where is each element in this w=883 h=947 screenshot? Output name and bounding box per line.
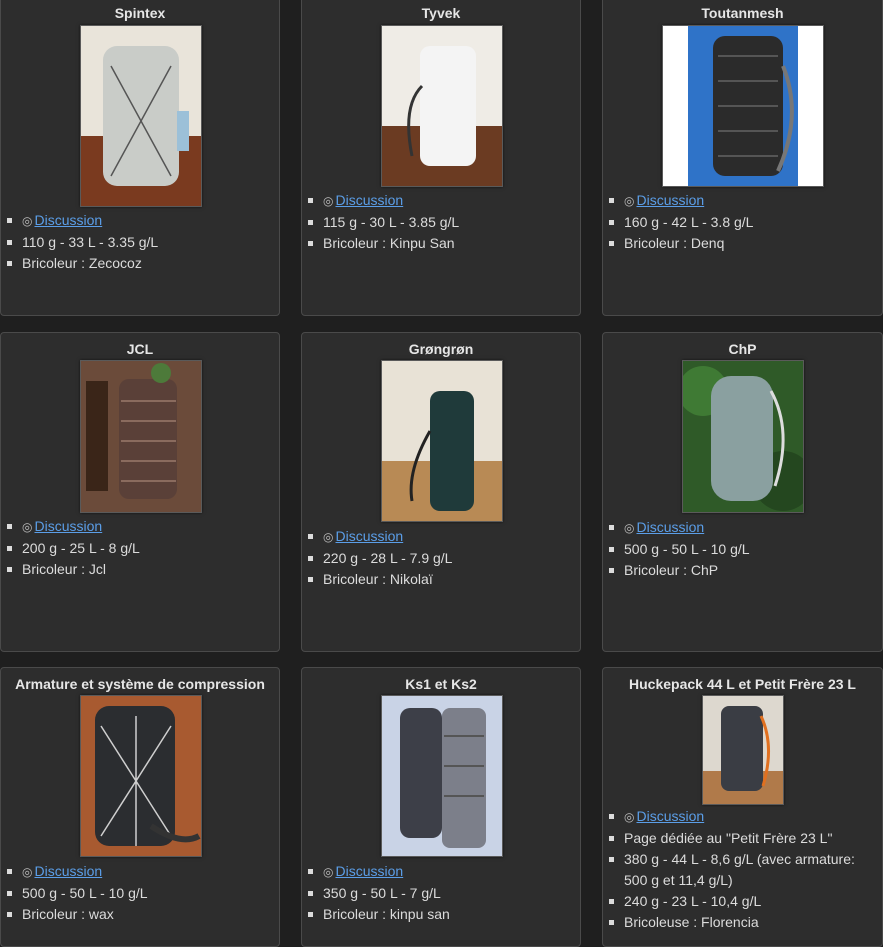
maker-text: Bricoleur : Kinpu San [308,233,574,254]
card-title: Huckepack 44 L et Petit Frère 23 L [629,676,856,692]
list-item: ◎ Discussion [609,806,876,828]
discussion-link[interactable]: Discussion [34,863,102,879]
card-tyvek: Tyvek ◎ Discussion 115 g - 30 L - 3.85 g/… [301,0,581,316]
list-item: ◎ Discussion [308,190,574,212]
globe-icon: ◎ [22,520,33,534]
globe-icon: ◎ [323,530,334,544]
maker-text: Bricoleur : ChP [609,560,876,581]
card-ks1-ks2: Ks1 et Ks2 ◎ Discussion 350 g - 50 L - 7 … [301,667,581,947]
maker-text: Bricoleur : kinpu san [308,904,574,925]
card-toutanmesh: Toutanmesh ◎ Discussion 160 g - 42 L - 3.… [602,0,883,316]
list-item: ◎ Discussion [308,526,574,548]
backpack-photo[interactable] [80,25,202,207]
list-item: ◎ Discussion [609,190,876,212]
backpack-photo[interactable] [682,360,804,513]
discussion-link[interactable]: Discussion [636,192,704,208]
globe-icon: ◎ [22,214,33,228]
list-item: ◎ Discussion [7,861,273,883]
globe-icon: ◎ [323,865,334,879]
list-item: ◎ Discussion [609,517,876,539]
card-title: Tyvek [421,5,461,21]
petit-frere-page-link[interactable]: Page dédiée au "Petit Frère 23 L" [609,828,876,849]
card-title: Armature et système de compression [15,676,265,692]
card-huckepack: Huckepack 44 L et Petit Frère 23 L ◎ Disc… [602,667,883,947]
backpack-photo[interactable] [662,25,824,187]
specs-text: 500 g - 50 L - 10 g/L [609,539,876,560]
specs-text: 115 g - 30 L - 3.85 g/L [308,212,574,233]
card-title: Spintex [114,5,166,21]
list-item: ◎ Discussion [7,210,273,232]
specs-text: 110 g - 33 L - 3.35 g/L [7,232,273,253]
backpack-photo[interactable] [381,25,503,187]
globe-icon: ◎ [624,194,635,208]
discussion-link[interactable]: Discussion [636,808,704,824]
maker-text: Bricoleur : Nikolaï [308,569,574,590]
specs-text-2: 240 g - 23 L - 10,4 g/L [609,891,876,912]
maker-text: Bricoleur : Denq [609,233,876,254]
card-title: ChP [728,341,757,357]
specs-text: 200 g - 25 L - 8 g/L [7,538,273,559]
list-item: ◎ Discussion [308,861,574,883]
discussion-link[interactable]: Discussion [34,212,102,228]
card-jcl: JCL ◎ Discussion 200 g - 25 L - 8 g/L Bri… [0,332,280,652]
card-title: Grøngrøn [408,341,474,357]
maker-text: Bricoleur : Jcl [7,559,273,580]
card-chp: ChP ◎ Discussion 500 g - 50 L - 10 g/L Br… [602,332,883,652]
card-title: JCL [126,341,154,357]
discussion-link[interactable]: Discussion [335,863,403,879]
discussion-link[interactable]: Discussion [34,518,102,534]
card-grongron: Grøngrøn ◎ Discussion 220 g - 28 L - 7.9 … [301,332,581,652]
globe-icon: ◎ [624,521,635,535]
card-armature: Armature et système de compression ◎ Disc… [0,667,280,947]
list-item: ◎ Discussion [7,516,273,538]
backpack-photo[interactable] [381,360,503,522]
specs-text: 350 g - 50 L - 7 g/L [308,883,574,904]
specs-text: 220 g - 28 L - 7.9 g/L [308,548,574,569]
specs-text: 160 g - 42 L - 3.8 g/L [609,212,876,233]
discussion-link[interactable]: Discussion [335,192,403,208]
globe-icon: ◎ [624,810,635,824]
backpack-photo[interactable] [80,360,202,513]
backpack-photo[interactable] [702,695,784,805]
card-title: Ks1 et Ks2 [405,676,477,692]
card-title: Toutanmesh [701,5,784,21]
card-spintex: Spintex ◎ Discussion 110 g - 33 L - 3.35 … [0,0,280,316]
discussion-link[interactable]: Discussion [335,528,403,544]
globe-icon: ◎ [22,865,33,879]
globe-icon: ◎ [323,194,334,208]
specs-text: 500 g - 50 L - 10 g/L [7,883,273,904]
specs-text: 380 g - 44 L - 8,6 g/L (avec armature: 5… [609,849,876,891]
backpack-photo[interactable] [381,695,503,857]
discussion-link[interactable]: Discussion [636,519,704,535]
maker-text: Bricoleur : Zecocoz [7,253,273,274]
maker-text: Bricoleur : wax [7,904,273,925]
maker-text: Bricoleuse : Florencia [609,912,876,933]
backpack-photo[interactable] [80,695,202,857]
